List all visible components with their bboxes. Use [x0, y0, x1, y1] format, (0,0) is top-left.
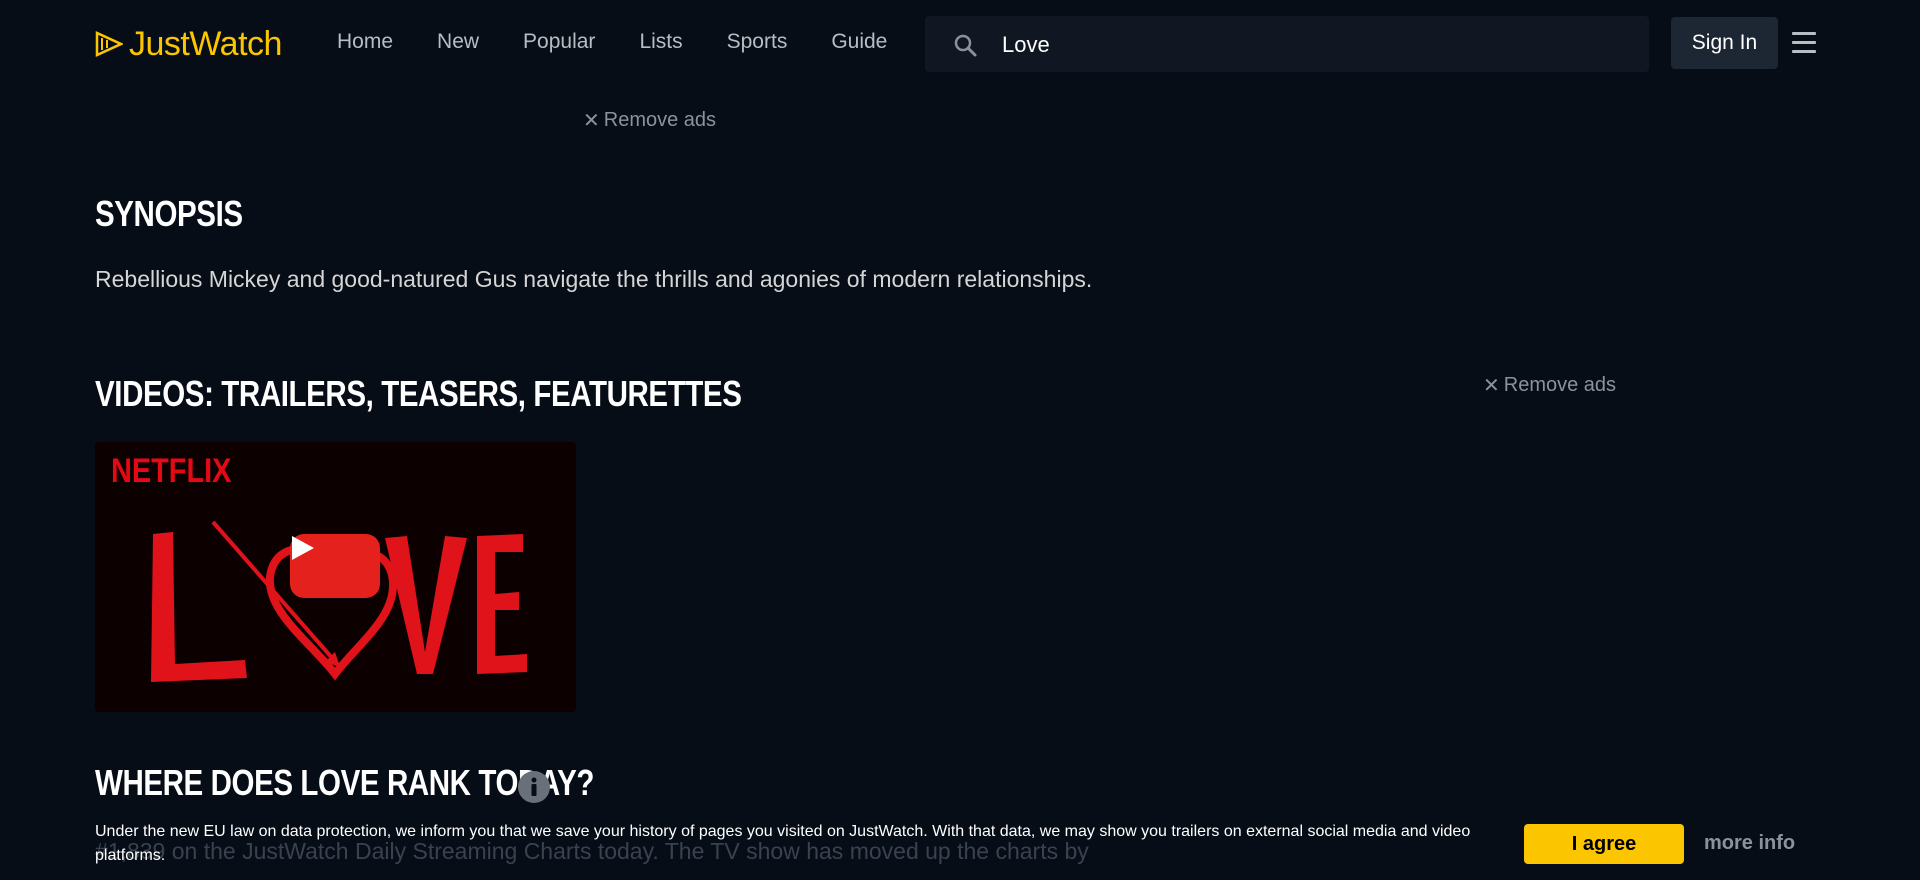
video-thumbnail[interactable]: NETFLIX [95, 442, 576, 712]
agree-button[interactable]: I agree [1524, 824, 1684, 864]
hamburger-menu-icon[interactable] [1792, 32, 1816, 54]
close-icon: ✕ [1483, 375, 1500, 397]
info-icon[interactable] [518, 771, 550, 803]
search-icon [954, 34, 977, 57]
consent-text: Under the new EU law on data protection,… [95, 823, 1471, 864]
remove-ads-label: Remove ads [603, 109, 717, 131]
videos-heading: VIDEOS: TRAILERS, TEASERS, FEATURETTES [95, 373, 742, 414]
nav-home[interactable]: Home [337, 30, 393, 54]
nav-lists[interactable]: Lists [639, 30, 682, 54]
synopsis-heading: SYNOPSIS [95, 193, 243, 234]
nav-sports[interactable]: Sports [727, 30, 788, 54]
netflix-logo: NETFLIX [111, 452, 232, 490]
search-bar[interactable] [925, 16, 1649, 72]
remove-ads-label: Remove ads [1503, 374, 1617, 396]
more-info-link[interactable]: more info [1704, 832, 1795, 855]
search-input[interactable] [1000, 26, 1624, 64]
sign-in-button[interactable]: Sign In [1671, 17, 1778, 69]
cookie-consent-bar: Under the new EU law on data protection,… [0, 812, 1920, 880]
remove-ads-link-top[interactable]: ✕ Remove ads [583, 108, 716, 133]
logo-play-icon [95, 31, 123, 57]
main-nav: Home New Popular Lists Sports Guide [337, 30, 931, 54]
close-icon: ✕ [583, 110, 600, 132]
remove-ads-link-videos[interactable]: ✕ Remove ads [1483, 373, 1616, 398]
nav-guide[interactable]: Guide [831, 30, 887, 54]
nav-popular[interactable]: Popular [523, 30, 595, 54]
nav-new[interactable]: New [437, 30, 479, 54]
synopsis-text: Rebellious Mickey and good-natured Gus n… [95, 266, 1093, 292]
justwatch-logo[interactable]: JustWatch [95, 24, 282, 64]
header: JustWatch Home New Popular Lists Sports … [0, 0, 1920, 88]
play-button[interactable] [290, 534, 380, 598]
logo-text: JustWatch [129, 24, 282, 63]
play-icon [292, 536, 314, 560]
